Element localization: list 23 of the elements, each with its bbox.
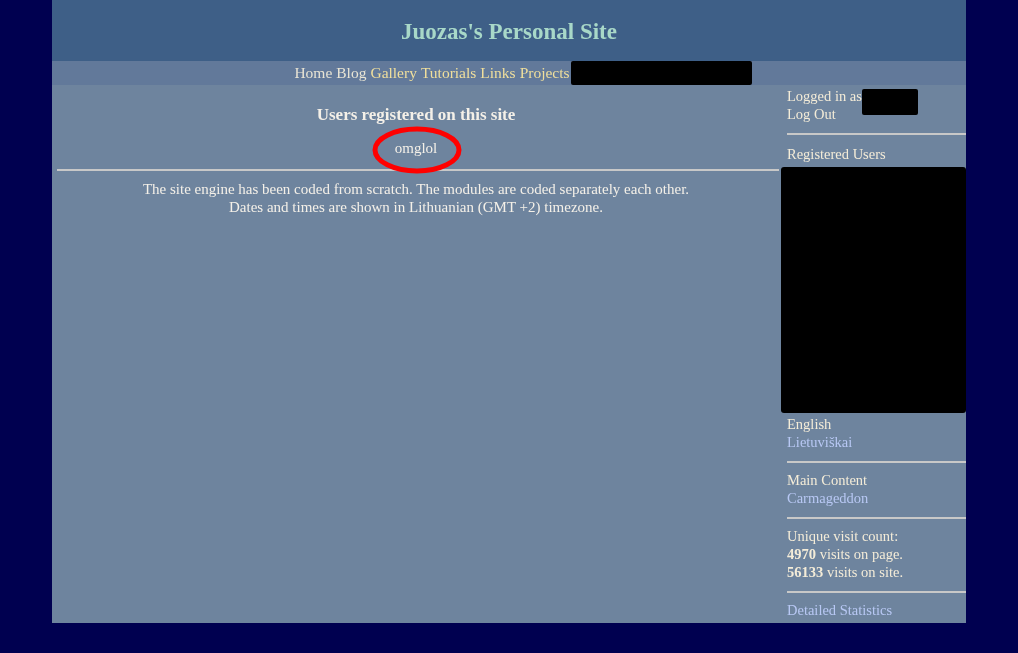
redaction-bar	[861, 89, 918, 115]
stats-text: Unique visit count:	[787, 527, 900, 545]
nav-link[interactable]: Gallery	[370, 64, 417, 82]
sidebar-link[interactable]: Lietuviškai	[787, 433, 966, 451]
nav-link[interactable]: Tutorials	[420, 64, 477, 82]
nav-link[interactable]: Projects	[519, 64, 570, 82]
sidebar-heading: Main Content	[787, 471, 869, 489]
logout-link[interactable]: Log Out	[787, 105, 966, 123]
login-label: Logged in as	[787, 87, 862, 105]
footer-text: Dates and times are shown in Lithuanian (GMT +2) timezone.	[229, 198, 603, 216]
nav-link[interactable]: Blog	[336, 64, 367, 82]
site-title: Juozas's Personal Site	[401, 17, 617, 45]
stats-text: 56133 visits on site.	[787, 563, 904, 581]
sidebar-link[interactable]: Carmageddon	[787, 489, 966, 507]
stats-text: 4970 visits on page.	[787, 545, 904, 563]
nav-link[interactable]: Links	[480, 64, 516, 82]
section-heading: Users registered on this site	[316, 105, 516, 125]
sidebar-heading: Registered Users	[786, 145, 887, 164]
nav-link[interactable]: Home	[294, 64, 333, 82]
footer-text: The site engine has been coded from scratch. The modules are coded separately each other.	[142, 180, 690, 198]
sidebar-link[interactable]: Detailed Statistics	[787, 601, 966, 619]
username: omglol	[394, 140, 438, 156]
sidebar-heading: English	[787, 415, 833, 433]
